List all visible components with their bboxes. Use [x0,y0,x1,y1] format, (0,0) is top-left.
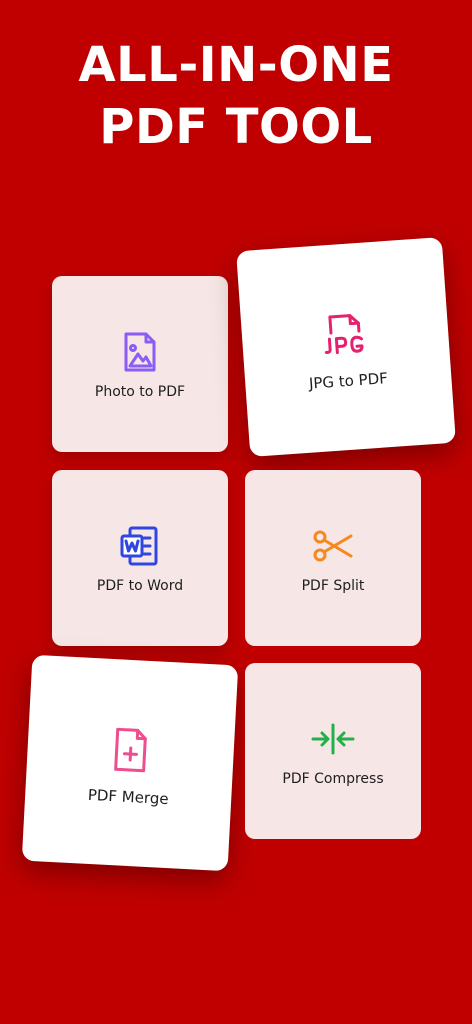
title-line-1: ALL-IN-ONE [78,37,394,93]
add-file-icon [114,727,147,773]
scissors-icon [313,530,353,562]
pdf-to-word-tool[interactable]: PDF to Word [52,470,228,646]
page-title: ALL-IN-ONE PDF TOOL [0,34,472,158]
compress-icon [311,723,355,755]
image-file-icon [124,332,156,372]
tool-label: PDF Compress [282,771,384,787]
tool-label: PDF Merge [87,785,170,809]
tool-label: Photo to PDF [94,384,186,400]
tool-label: JPG to PDF [308,369,389,393]
pdf-merge-tool[interactable]: PDF Merge [21,654,239,872]
pdf-split-tool[interactable]: PDF Split [245,470,421,646]
photo-to-pdf-tool[interactable]: Photo to PDF [52,276,228,452]
pdf-compress-tool[interactable]: PDF Compress [245,663,421,839]
jpg-to-pdf-tool[interactable]: JPG to PDF [236,237,456,457]
jpg-file-icon [324,314,364,355]
title-line-2: PDF TOOL [99,99,373,155]
tool-label: PDF Split [301,578,365,594]
word-icon [120,526,158,566]
tool-label: PDF to Word [96,578,184,594]
